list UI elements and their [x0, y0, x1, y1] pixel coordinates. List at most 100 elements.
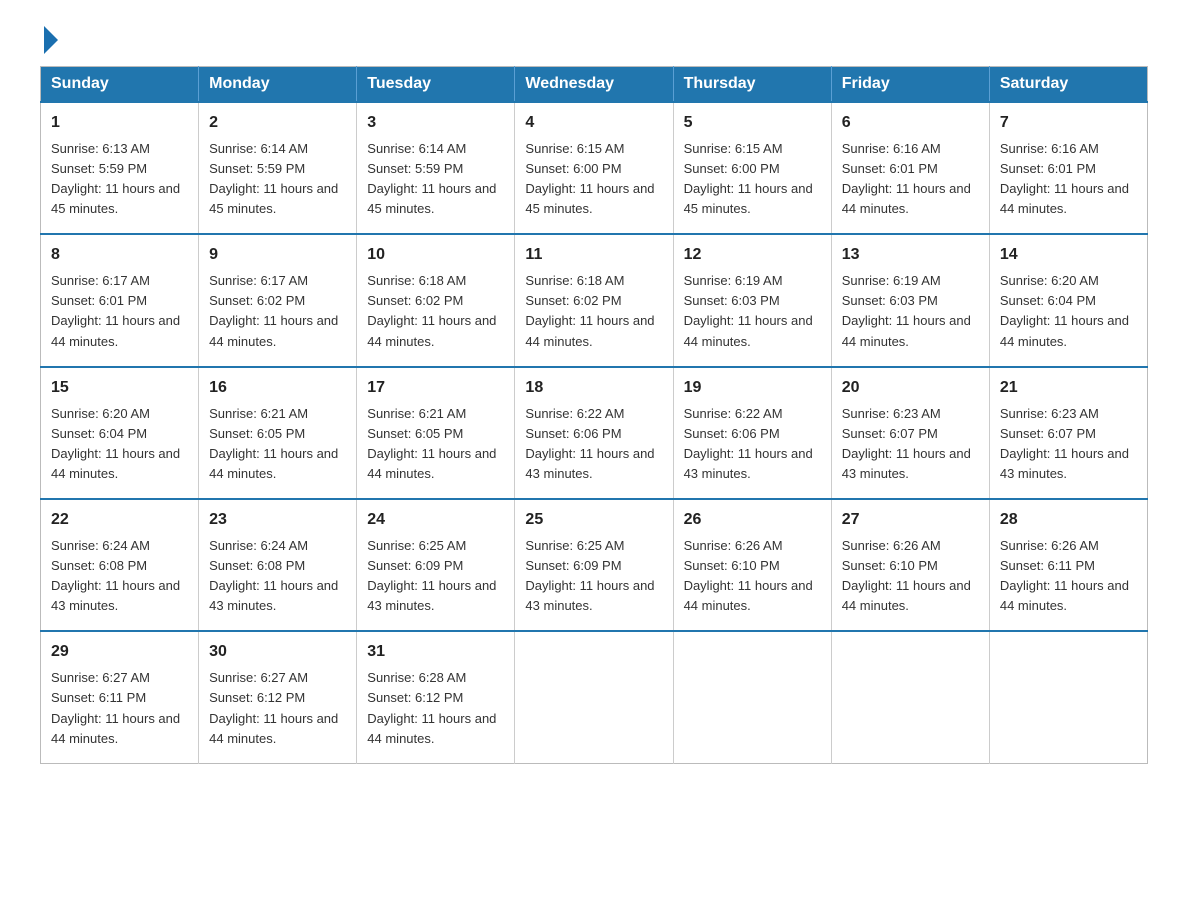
calendar-cell: 7 Sunrise: 6:16 AMSunset: 6:01 PMDayligh… — [989, 102, 1147, 234]
calendar-cell: 30 Sunrise: 6:27 AMSunset: 6:12 PMDaylig… — [199, 631, 357, 763]
calendar-cell: 22 Sunrise: 6:24 AMSunset: 6:08 PMDaylig… — [41, 499, 199, 631]
day-info: Sunrise: 6:21 AMSunset: 6:05 PMDaylight:… — [209, 406, 338, 481]
calendar-cell: 26 Sunrise: 6:26 AMSunset: 6:10 PMDaylig… — [673, 499, 831, 631]
day-info: Sunrise: 6:25 AMSunset: 6:09 PMDaylight:… — [525, 538, 654, 613]
calendar-table: SundayMondayTuesdayWednesdayThursdayFrid… — [40, 66, 1148, 764]
calendar-cell: 14 Sunrise: 6:20 AMSunset: 6:04 PMDaylig… — [989, 234, 1147, 366]
page-header — [40, 30, 1148, 48]
day-number: 8 — [51, 243, 188, 268]
day-info: Sunrise: 6:27 AMSunset: 6:12 PMDaylight:… — [209, 670, 338, 745]
calendar-week-row: 29 Sunrise: 6:27 AMSunset: 6:11 PMDaylig… — [41, 631, 1148, 763]
calendar-cell: 2 Sunrise: 6:14 AMSunset: 5:59 PMDayligh… — [199, 102, 357, 234]
day-info: Sunrise: 6:16 AMSunset: 6:01 PMDaylight:… — [1000, 141, 1129, 216]
calendar-cell: 20 Sunrise: 6:23 AMSunset: 6:07 PMDaylig… — [831, 367, 989, 499]
day-info: Sunrise: 6:25 AMSunset: 6:09 PMDaylight:… — [367, 538, 496, 613]
calendar-cell: 23 Sunrise: 6:24 AMSunset: 6:08 PMDaylig… — [199, 499, 357, 631]
day-number: 22 — [51, 508, 188, 533]
calendar-cell: 3 Sunrise: 6:14 AMSunset: 5:59 PMDayligh… — [357, 102, 515, 234]
day-info: Sunrise: 6:23 AMSunset: 6:07 PMDaylight:… — [1000, 406, 1129, 481]
day-number: 4 — [525, 111, 662, 136]
day-number: 3 — [367, 111, 504, 136]
logo-arrow-icon — [44, 26, 58, 54]
calendar-week-row: 15 Sunrise: 6:20 AMSunset: 6:04 PMDaylig… — [41, 367, 1148, 499]
day-number: 26 — [684, 508, 821, 533]
calendar-cell: 8 Sunrise: 6:17 AMSunset: 6:01 PMDayligh… — [41, 234, 199, 366]
day-number: 24 — [367, 508, 504, 533]
day-info: Sunrise: 6:21 AMSunset: 6:05 PMDaylight:… — [367, 406, 496, 481]
day-info: Sunrise: 6:18 AMSunset: 6:02 PMDaylight:… — [367, 273, 496, 348]
day-number: 6 — [842, 111, 979, 136]
calendar-cell: 18 Sunrise: 6:22 AMSunset: 6:06 PMDaylig… — [515, 367, 673, 499]
calendar-cell: 11 Sunrise: 6:18 AMSunset: 6:02 PMDaylig… — [515, 234, 673, 366]
day-number: 2 — [209, 111, 346, 136]
calendar-cell: 9 Sunrise: 6:17 AMSunset: 6:02 PMDayligh… — [199, 234, 357, 366]
day-info: Sunrise: 6:14 AMSunset: 5:59 PMDaylight:… — [367, 141, 496, 216]
calendar-cell: 17 Sunrise: 6:21 AMSunset: 6:05 PMDaylig… — [357, 367, 515, 499]
calendar-week-row: 8 Sunrise: 6:17 AMSunset: 6:01 PMDayligh… — [41, 234, 1148, 366]
day-number: 16 — [209, 376, 346, 401]
day-number: 13 — [842, 243, 979, 268]
day-info: Sunrise: 6:15 AMSunset: 6:00 PMDaylight:… — [684, 141, 813, 216]
day-number: 23 — [209, 508, 346, 533]
calendar-cell: 10 Sunrise: 6:18 AMSunset: 6:02 PMDaylig… — [357, 234, 515, 366]
day-number: 20 — [842, 376, 979, 401]
day-info: Sunrise: 6:20 AMSunset: 6:04 PMDaylight:… — [51, 406, 180, 481]
day-info: Sunrise: 6:17 AMSunset: 6:02 PMDaylight:… — [209, 273, 338, 348]
day-info: Sunrise: 6:22 AMSunset: 6:06 PMDaylight:… — [684, 406, 813, 481]
column-header-monday: Monday — [199, 67, 357, 103]
calendar-cell: 24 Sunrise: 6:25 AMSunset: 6:09 PMDaylig… — [357, 499, 515, 631]
day-number: 29 — [51, 640, 188, 665]
day-number: 15 — [51, 376, 188, 401]
day-number: 14 — [1000, 243, 1137, 268]
day-info: Sunrise: 6:14 AMSunset: 5:59 PMDaylight:… — [209, 141, 338, 216]
day-number: 10 — [367, 243, 504, 268]
day-number: 17 — [367, 376, 504, 401]
day-number: 1 — [51, 111, 188, 136]
column-header-sunday: Sunday — [41, 67, 199, 103]
calendar-week-row: 1 Sunrise: 6:13 AMSunset: 5:59 PMDayligh… — [41, 102, 1148, 234]
column-header-wednesday: Wednesday — [515, 67, 673, 103]
day-number: 7 — [1000, 111, 1137, 136]
day-info: Sunrise: 6:20 AMSunset: 6:04 PMDaylight:… — [1000, 273, 1129, 348]
column-header-saturday: Saturday — [989, 67, 1147, 103]
day-info: Sunrise: 6:13 AMSunset: 5:59 PMDaylight:… — [51, 141, 180, 216]
calendar-header-row: SundayMondayTuesdayWednesdayThursdayFrid… — [41, 67, 1148, 103]
day-info: Sunrise: 6:17 AMSunset: 6:01 PMDaylight:… — [51, 273, 180, 348]
day-number: 12 — [684, 243, 821, 268]
day-info: Sunrise: 6:24 AMSunset: 6:08 PMDaylight:… — [51, 538, 180, 613]
calendar-cell: 16 Sunrise: 6:21 AMSunset: 6:05 PMDaylig… — [199, 367, 357, 499]
day-info: Sunrise: 6:26 AMSunset: 6:11 PMDaylight:… — [1000, 538, 1129, 613]
day-info: Sunrise: 6:27 AMSunset: 6:11 PMDaylight:… — [51, 670, 180, 745]
day-number: 5 — [684, 111, 821, 136]
day-number: 18 — [525, 376, 662, 401]
day-number: 31 — [367, 640, 504, 665]
calendar-cell: 1 Sunrise: 6:13 AMSunset: 5:59 PMDayligh… — [41, 102, 199, 234]
day-number: 21 — [1000, 376, 1137, 401]
day-number: 27 — [842, 508, 979, 533]
day-info: Sunrise: 6:28 AMSunset: 6:12 PMDaylight:… — [367, 670, 496, 745]
day-info: Sunrise: 6:19 AMSunset: 6:03 PMDaylight:… — [684, 273, 813, 348]
day-info: Sunrise: 6:26 AMSunset: 6:10 PMDaylight:… — [684, 538, 813, 613]
day-info: Sunrise: 6:15 AMSunset: 6:00 PMDaylight:… — [525, 141, 654, 216]
logo — [40, 30, 58, 48]
day-info: Sunrise: 6:24 AMSunset: 6:08 PMDaylight:… — [209, 538, 338, 613]
calendar-cell: 19 Sunrise: 6:22 AMSunset: 6:06 PMDaylig… — [673, 367, 831, 499]
day-number: 25 — [525, 508, 662, 533]
calendar-cell: 13 Sunrise: 6:19 AMSunset: 6:03 PMDaylig… — [831, 234, 989, 366]
calendar-cell — [831, 631, 989, 763]
column-header-friday: Friday — [831, 67, 989, 103]
calendar-cell: 6 Sunrise: 6:16 AMSunset: 6:01 PMDayligh… — [831, 102, 989, 234]
column-header-tuesday: Tuesday — [357, 67, 515, 103]
calendar-cell — [989, 631, 1147, 763]
calendar-week-row: 22 Sunrise: 6:24 AMSunset: 6:08 PMDaylig… — [41, 499, 1148, 631]
calendar-cell — [673, 631, 831, 763]
day-info: Sunrise: 6:26 AMSunset: 6:10 PMDaylight:… — [842, 538, 971, 613]
calendar-cell: 12 Sunrise: 6:19 AMSunset: 6:03 PMDaylig… — [673, 234, 831, 366]
day-info: Sunrise: 6:16 AMSunset: 6:01 PMDaylight:… — [842, 141, 971, 216]
day-number: 19 — [684, 376, 821, 401]
day-info: Sunrise: 6:23 AMSunset: 6:07 PMDaylight:… — [842, 406, 971, 481]
day-info: Sunrise: 6:22 AMSunset: 6:06 PMDaylight:… — [525, 406, 654, 481]
calendar-cell: 29 Sunrise: 6:27 AMSunset: 6:11 PMDaylig… — [41, 631, 199, 763]
calendar-cell: 27 Sunrise: 6:26 AMSunset: 6:10 PMDaylig… — [831, 499, 989, 631]
day-info: Sunrise: 6:19 AMSunset: 6:03 PMDaylight:… — [842, 273, 971, 348]
